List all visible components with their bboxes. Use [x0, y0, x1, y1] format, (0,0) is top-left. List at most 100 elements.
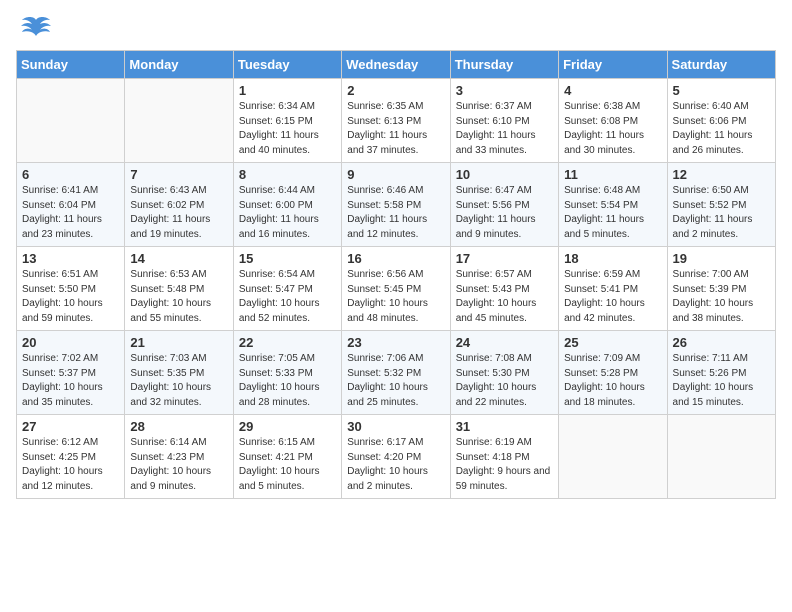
day-number: 30	[347, 419, 444, 434]
calendar-cell: 31 Sunrise: 6:19 AM Sunset: 4:18 PM Dayli…	[450, 415, 558, 499]
calendar-cell: 20 Sunrise: 7:02 AM Sunset: 5:37 PM Dayli…	[17, 331, 125, 415]
calendar-cell: 19Sunrise: 7:00 AM Sunset: 5:39 PM Dayli…	[667, 247, 775, 331]
calendar-week-row: 13Sunrise: 6:51 AM Sunset: 5:50 PM Dayli…	[17, 247, 776, 331]
day-info: Sunrise: 6:19 AM Sunset: 4:18 PM Dayligh…	[456, 436, 553, 494]
calendar-cell: 6Sunrise: 6:41 AM Sunset: 6:04 PM Daylig…	[17, 163, 125, 247]
calendar-cell: 28 Sunrise: 6:14 AM Sunset: 4:23 PM Dayli…	[125, 415, 233, 499]
day-number: 6	[22, 167, 119, 182]
col-header-saturday: Saturday	[667, 51, 775, 79]
day-number: 21	[130, 335, 227, 350]
day-info: Sunrise: 6:54 AM Sunset: 5:47 PM Dayligh…	[239, 268, 336, 326]
day-info: Sunrise: 6:51 AM Sunset: 5:50 PM Dayligh…	[22, 268, 119, 326]
day-number: 23	[347, 335, 444, 350]
calendar-table: SundayMondayTuesdayWednesdayThursdayFrid…	[16, 50, 776, 499]
day-info: Sunrise: 6:34 AM Sunset: 6:15 PM Dayligh…	[239, 100, 336, 158]
day-info: Sunrise: 6:17 AM Sunset: 4:20 PM Dayligh…	[347, 436, 444, 494]
calendar-cell: 16 Sunrise: 6:56 AM Sunset: 5:45 PM Dayli…	[342, 247, 450, 331]
day-info: Sunrise: 7:02 AM Sunset: 5:37 PM Dayligh…	[22, 352, 119, 410]
day-number: 28	[130, 419, 227, 434]
calendar-cell	[667, 415, 775, 499]
calendar-cell: 27 Sunrise: 6:12 AM Sunset: 4:25 PM Dayli…	[17, 415, 125, 499]
day-number: 15	[239, 251, 336, 266]
calendar-cell: 10 Sunrise: 6:47 AM Sunset: 5:56 PM Dayli…	[450, 163, 558, 247]
day-info: Sunrise: 7:03 AM Sunset: 5:35 PM Dayligh…	[130, 352, 227, 410]
calendar-cell: 7Sunrise: 6:43 AM Sunset: 6:02 PM Daylig…	[125, 163, 233, 247]
col-header-monday: Monday	[125, 51, 233, 79]
day-number: 1	[239, 83, 336, 98]
day-info: Sunrise: 6:35 AM Sunset: 6:13 PM Dayligh…	[347, 100, 444, 158]
day-info: Sunrise: 6:56 AM Sunset: 5:45 PM Dayligh…	[347, 268, 444, 326]
calendar-cell: 24 Sunrise: 7:08 AM Sunset: 5:30 PM Dayli…	[450, 331, 558, 415]
day-info: Sunrise: 6:59 AM Sunset: 5:41 PM Dayligh…	[564, 268, 661, 326]
calendar-cell: 14 Sunrise: 6:53 AM Sunset: 5:48 PM Dayli…	[125, 247, 233, 331]
day-info: Sunrise: 6:40 AM Sunset: 6:06 PM Dayligh…	[673, 100, 770, 158]
calendar-cell: 23 Sunrise: 7:06 AM Sunset: 5:32 PM Dayli…	[342, 331, 450, 415]
day-number: 3	[456, 83, 553, 98]
calendar-cell: 22 Sunrise: 7:05 AM Sunset: 5:33 PM Dayli…	[233, 331, 341, 415]
col-header-friday: Friday	[559, 51, 667, 79]
day-info: Sunrise: 7:09 AM Sunset: 5:28 PM Dayligh…	[564, 352, 661, 410]
logo-bird-icon	[20, 16, 52, 42]
calendar-cell: 15 Sunrise: 6:54 AM Sunset: 5:47 PM Dayli…	[233, 247, 341, 331]
day-info: Sunrise: 6:38 AM Sunset: 6:08 PM Dayligh…	[564, 100, 661, 158]
calendar-cell: 25 Sunrise: 7:09 AM Sunset: 5:28 PM Dayli…	[559, 331, 667, 415]
day-number: 31	[456, 419, 553, 434]
logo	[16, 16, 52, 42]
col-header-wednesday: Wednesday	[342, 51, 450, 79]
calendar-week-row: 27 Sunrise: 6:12 AM Sunset: 4:25 PM Dayli…	[17, 415, 776, 499]
calendar-cell: 26Sunrise: 7:11 AM Sunset: 5:26 PM Dayli…	[667, 331, 775, 415]
calendar-cell: 3Sunrise: 6:37 AM Sunset: 6:10 PM Daylig…	[450, 79, 558, 163]
calendar-week-row: 6Sunrise: 6:41 AM Sunset: 6:04 PM Daylig…	[17, 163, 776, 247]
page-header	[16, 16, 776, 42]
calendar-header-row: SundayMondayTuesdayWednesdayThursdayFrid…	[17, 51, 776, 79]
calendar-cell: 1 Sunrise: 6:34 AM Sunset: 6:15 PM Daylig…	[233, 79, 341, 163]
day-info: Sunrise: 6:14 AM Sunset: 4:23 PM Dayligh…	[130, 436, 227, 494]
day-number: 16	[347, 251, 444, 266]
day-number: 9	[347, 167, 444, 182]
calendar-cell: 4 Sunrise: 6:38 AM Sunset: 6:08 PM Daylig…	[559, 79, 667, 163]
day-number: 22	[239, 335, 336, 350]
day-info: Sunrise: 6:47 AM Sunset: 5:56 PM Dayligh…	[456, 184, 553, 242]
day-number: 18	[564, 251, 661, 266]
day-info: Sunrise: 7:05 AM Sunset: 5:33 PM Dayligh…	[239, 352, 336, 410]
calendar-cell: 30 Sunrise: 6:17 AM Sunset: 4:20 PM Dayli…	[342, 415, 450, 499]
calendar-cell	[559, 415, 667, 499]
calendar-cell: 17 Sunrise: 6:57 AM Sunset: 5:43 PM Dayli…	[450, 247, 558, 331]
day-number: 5	[673, 83, 770, 98]
calendar-cell: 13Sunrise: 6:51 AM Sunset: 5:50 PM Dayli…	[17, 247, 125, 331]
calendar-cell: 5 Sunrise: 6:40 AM Sunset: 6:06 PM Daylig…	[667, 79, 775, 163]
day-info: Sunrise: 6:53 AM Sunset: 5:48 PM Dayligh…	[130, 268, 227, 326]
calendar-cell: 18 Sunrise: 6:59 AM Sunset: 5:41 PM Dayli…	[559, 247, 667, 331]
day-info: Sunrise: 6:44 AM Sunset: 6:00 PM Dayligh…	[239, 184, 336, 242]
day-info: Sunrise: 6:12 AM Sunset: 4:25 PM Dayligh…	[22, 436, 119, 494]
calendar-cell: 21 Sunrise: 7:03 AM Sunset: 5:35 PM Dayli…	[125, 331, 233, 415]
day-info: Sunrise: 7:00 AM Sunset: 5:39 PM Dayligh…	[673, 268, 770, 326]
day-info: Sunrise: 6:50 AM Sunset: 5:52 PM Dayligh…	[673, 184, 770, 242]
calendar-cell: 12 Sunrise: 6:50 AM Sunset: 5:52 PM Dayli…	[667, 163, 775, 247]
day-info: Sunrise: 6:46 AM Sunset: 5:58 PM Dayligh…	[347, 184, 444, 242]
day-number: 27	[22, 419, 119, 434]
day-number: 24	[456, 335, 553, 350]
calendar-cell: 8 Sunrise: 6:44 AM Sunset: 6:00 PM Daylig…	[233, 163, 341, 247]
col-header-sunday: Sunday	[17, 51, 125, 79]
day-number: 20	[22, 335, 119, 350]
day-number: 25	[564, 335, 661, 350]
day-number: 14	[130, 251, 227, 266]
col-header-thursday: Thursday	[450, 51, 558, 79]
day-info: Sunrise: 6:43 AM Sunset: 6:02 PM Dayligh…	[130, 184, 227, 242]
day-info: Sunrise: 7:08 AM Sunset: 5:30 PM Dayligh…	[456, 352, 553, 410]
calendar-cell: 29 Sunrise: 6:15 AM Sunset: 4:21 PM Dayli…	[233, 415, 341, 499]
day-number: 29	[239, 419, 336, 434]
day-info: Sunrise: 6:15 AM Sunset: 4:21 PM Dayligh…	[239, 436, 336, 494]
day-number: 10	[456, 167, 553, 182]
day-info: Sunrise: 7:11 AM Sunset: 5:26 PM Dayligh…	[673, 352, 770, 410]
calendar-cell: 9 Sunrise: 6:46 AM Sunset: 5:58 PM Daylig…	[342, 163, 450, 247]
day-info: Sunrise: 7:06 AM Sunset: 5:32 PM Dayligh…	[347, 352, 444, 410]
day-number: 17	[456, 251, 553, 266]
day-number: 4	[564, 83, 661, 98]
day-info: Sunrise: 6:57 AM Sunset: 5:43 PM Dayligh…	[456, 268, 553, 326]
day-number: 12	[673, 167, 770, 182]
day-number: 8	[239, 167, 336, 182]
day-number: 11	[564, 167, 661, 182]
calendar-week-row: 1 Sunrise: 6:34 AM Sunset: 6:15 PM Daylig…	[17, 79, 776, 163]
